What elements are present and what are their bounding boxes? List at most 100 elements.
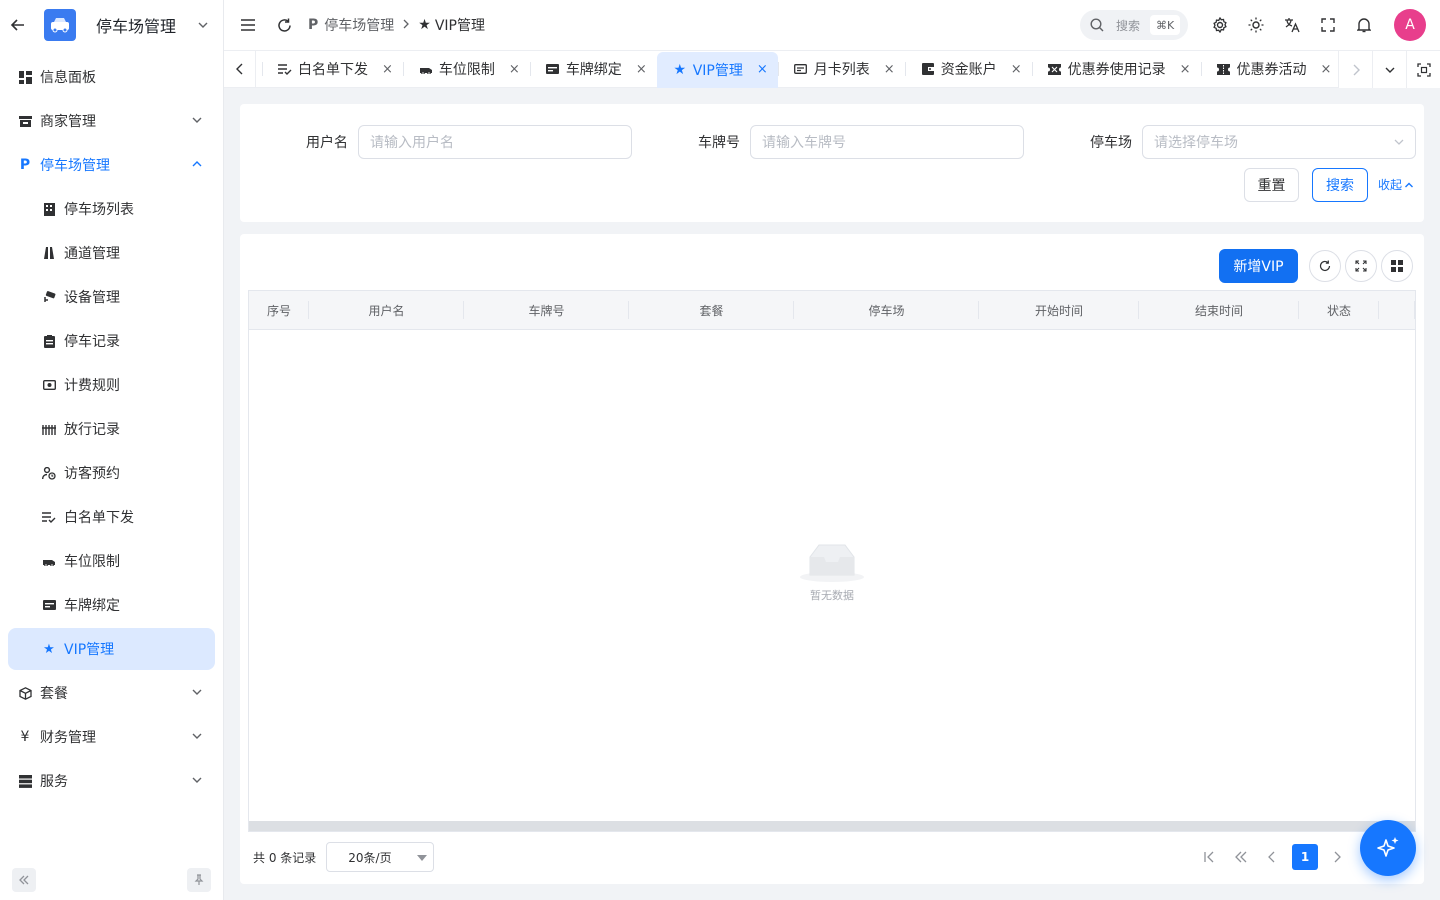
collapse-label: 收起 [1377, 178, 1402, 192]
pin-icon[interactable] [187, 868, 211, 892]
tab-label: 白名单下发 [298, 62, 368, 78]
maximize-content-icon[interactable] [1406, 51, 1440, 88]
sidebar-item-dashboard[interactable]: 信息面板 [8, 56, 215, 98]
tab-vip[interactable]: ★ VIP管理 × [656, 51, 778, 88]
pagination: 共 0 条记录 20条/页 1 [248, 840, 1416, 874]
tab-whitelist[interactable]: 白名单下发 × [262, 53, 403, 85]
sidebar-item-channel[interactable]: 通道管理 [8, 232, 215, 274]
car-logo-icon [44, 9, 76, 41]
username-input[interactable]: 请输入用户名 [358, 125, 632, 159]
close-icon[interactable]: × [1321, 62, 1332, 77]
column-header[interactable]: 开始时间 [979, 291, 1139, 329]
global-search[interactable]: 搜索 ⌘K [1080, 10, 1188, 40]
tab-space-limit[interactable]: 车位限制 × [402, 53, 530, 85]
translate-icon[interactable] [1274, 7, 1310, 43]
fullscreen-icon[interactable] [1345, 250, 1377, 282]
fullscreen-icon[interactable] [1310, 7, 1346, 43]
chevron-down-icon[interactable] [197, 18, 211, 32]
column-settings-icon[interactable] [1381, 250, 1413, 282]
sidebar-item-vip[interactable]: ★ VIP管理 [8, 628, 215, 670]
breadcrumb-label: 停车场管理 [324, 18, 395, 34]
top-header: P 停车场管理 ★ VIP管理 搜索 ⌘K A [224, 0, 1440, 50]
sidebar-item-release[interactable]: 放行记录 [8, 408, 215, 450]
page-number-current[interactable]: 1 [1292, 844, 1318, 870]
next-page-icon[interactable] [1324, 844, 1350, 870]
plate-input[interactable]: 请输入车牌号 [750, 125, 1024, 159]
visitor-icon [42, 466, 56, 480]
column-header[interactable]: 套餐 [629, 291, 794, 329]
column-header[interactable]: 序号 [249, 291, 309, 329]
wallet-icon [921, 62, 935, 76]
collapse-sidebar-icon[interactable] [12, 868, 36, 892]
column-header[interactable]: 状态 [1299, 291, 1379, 329]
tab-scroll-right-icon[interactable] [1338, 51, 1372, 88]
sidebar-item-space-limit[interactable]: 车位限制 [8, 540, 215, 582]
back-arrow-icon[interactable] [8, 15, 28, 35]
column-header[interactable]: 结束时间 [1139, 291, 1299, 329]
sidebar-item-visitor[interactable]: 访客预约 [8, 452, 215, 494]
column-header[interactable]: 用户名 [309, 291, 464, 329]
dashboard-icon [18, 70, 32, 84]
column-header[interactable]: 停车场 [794, 291, 979, 329]
sidebar-item-lot-list[interactable]: 停车场列表 [8, 188, 215, 230]
sidebar-item-parking-record[interactable]: 停车记录 [8, 320, 215, 362]
close-icon[interactable]: × [382, 62, 393, 77]
tab-monthly-card[interactable]: 月卡列表 × [777, 53, 905, 85]
sidebar-item-device[interactable]: 设备管理 [8, 276, 215, 318]
close-icon[interactable]: × [1180, 62, 1191, 77]
prev-page-icon[interactable] [1259, 844, 1285, 870]
add-vip-button[interactable]: 新增VIP [1219, 249, 1298, 283]
bell-icon[interactable] [1346, 7, 1382, 43]
refresh-icon[interactable] [1309, 250, 1341, 282]
column-header[interactable]: 车牌号 [464, 291, 629, 329]
sidebar-item-service[interactable]: 服务 [8, 760, 215, 802]
menu-toggle-icon[interactable] [230, 7, 266, 43]
avatar[interactable]: A [1394, 9, 1426, 41]
tab-scroll-left-icon[interactable] [224, 50, 256, 88]
reset-button[interactable]: 重置 [1244, 168, 1299, 202]
refresh-icon[interactable] [266, 7, 302, 43]
close-icon[interactable]: × [636, 62, 647, 77]
ticket-icon [1048, 62, 1062, 76]
ai-assistant-button[interactable] [1360, 820, 1416, 876]
tab-plate-binding[interactable]: 车牌绑定 × [529, 53, 657, 85]
plate-icon [42, 598, 56, 612]
close-icon[interactable]: × [509, 62, 520, 77]
tab-label: 优惠券使用记录 [1067, 62, 1166, 78]
sidebar-item-package[interactable]: 套餐 [8, 672, 215, 714]
camera-icon [42, 290, 56, 304]
sun-icon[interactable] [1238, 7, 1274, 43]
sidebar-item-whitelist[interactable]: 白名单下发 [8, 496, 215, 538]
sidebar-item-plate-binding[interactable]: 车牌绑定 [8, 584, 215, 626]
prev-group-icon[interactable] [1228, 844, 1254, 870]
sidebar-item-billing[interactable]: 计费规则 [8, 364, 215, 406]
close-icon[interactable]: × [757, 62, 768, 77]
page-size-select[interactable]: 20条/页 [326, 842, 435, 872]
breadcrumb-item[interactable]: P 停车场管理 [308, 15, 394, 35]
sidebar-item-merchant[interactable]: 商家管理 [8, 100, 215, 142]
horizontal-scrollbar[interactable] [249, 821, 1415, 831]
tab-coupon-usage[interactable]: 优惠券使用记录 × [1031, 53, 1201, 85]
tab-label: VIP管理 [692, 62, 743, 79]
search-button[interactable]: 搜索 [1312, 168, 1368, 202]
server-icon [18, 774, 32, 788]
breadcrumb-label: VIP管理 [434, 18, 485, 34]
tab-menu-chevron-down-icon[interactable] [1372, 51, 1406, 88]
close-icon[interactable]: × [1011, 62, 1022, 77]
close-icon[interactable]: × [884, 62, 895, 77]
header-actions: 搜索 ⌘K A [1080, 0, 1440, 50]
first-page-icon[interactable] [1196, 844, 1222, 870]
tab-coupon-activity[interactable]: 优惠券活动 × [1200, 53, 1342, 85]
sidebar-item-finance[interactable]: ¥ 财务管理 [8, 716, 215, 758]
tab-label: 车位限制 [438, 62, 495, 78]
collapse-link[interactable]: 收起 [1378, 176, 1414, 193]
chevron-down-icon [1394, 139, 1404, 145]
tab-fund-account[interactable]: 资金账户 × [904, 53, 1032, 85]
gear-icon[interactable] [1202, 7, 1238, 43]
chevron-down-icon [192, 777, 202, 783]
lot-select[interactable]: 请选择停车场 [1142, 125, 1416, 159]
sidebar-item-parking[interactable]: P 停车场管理 [8, 144, 215, 186]
tab-label: 资金账户 [940, 62, 997, 78]
empty-text: 暂无数据 [810, 589, 854, 602]
username-label: 用户名 [306, 135, 348, 151]
